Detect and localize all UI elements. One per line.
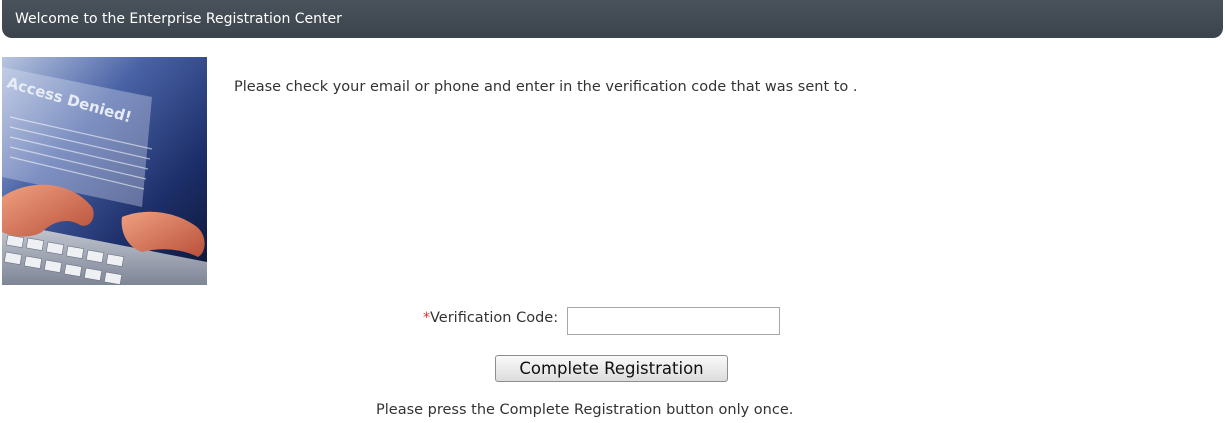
verification-row: * Verification Code:	[423, 302, 781, 335]
verification-code-label: Verification Code:	[430, 310, 559, 326]
header-bar: Welcome to the Enterprise Registration C…	[2, 0, 1223, 38]
instruction-text: Please check your email or phone and ent…	[234, 79, 858, 95]
submit-once-note: Please press the Complete Registration b…	[376, 402, 794, 418]
page-title: Welcome to the Enterprise Registration C…	[15, 11, 342, 27]
access-denied-image: Access Denied!	[2, 57, 207, 285]
required-marker: *	[423, 310, 430, 326]
verification-code-input[interactable]	[567, 307, 781, 335]
complete-registration-button[interactable]: Complete Registration	[495, 355, 728, 382]
